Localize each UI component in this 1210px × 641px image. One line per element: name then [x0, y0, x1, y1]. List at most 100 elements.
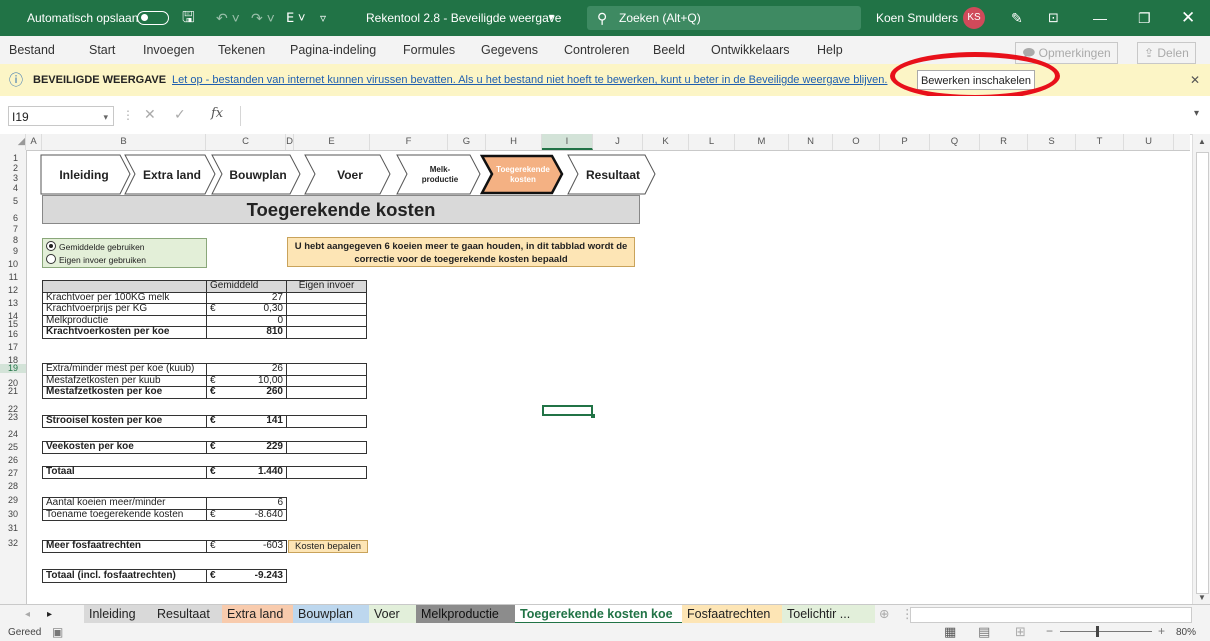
tab-extra-land[interactable]: Extra land [222, 605, 293, 624]
menu-invoegen[interactable]: Invoegen [143, 36, 194, 64]
row-header[interactable]: 2 [0, 164, 26, 173]
tab-scroll-right-icon[interactable]: ▸ [42, 605, 57, 624]
column-header[interactable]: R [980, 134, 1028, 150]
column-header[interactable]: P [880, 134, 930, 150]
save-icon[interactable]: 🖫 [182, 0, 195, 36]
column-header-active[interactable]: I [542, 134, 593, 150]
column-header[interactable]: O [833, 134, 880, 150]
document-title[interactable]: Rekentool 2.8 - Beveiligde weergave [366, 0, 561, 36]
zoom-out-icon[interactable]: − [1046, 624, 1053, 638]
row-header[interactable]: 4 [0, 184, 26, 193]
column-header[interactable]: C [206, 134, 286, 150]
menu-pagina-indeling[interactable]: Pagina-indeling [290, 36, 376, 64]
undo-icon[interactable]: ↶ ˅ [216, 0, 240, 36]
column-header[interactable]: K [643, 134, 689, 150]
menu-start[interactable]: Start [89, 36, 115, 64]
user-name[interactable]: Koen Smulders [876, 0, 958, 36]
tab-inleiding[interactable]: Inleiding [84, 605, 152, 624]
normal-view-icon[interactable]: ▦ [944, 624, 956, 640]
row-header[interactable]: 21 [0, 387, 26, 396]
tab-fosfaatrechten[interactable]: Fosfaatrechten [682, 605, 782, 624]
menu-ontwikkelaars[interactable]: Ontwikkelaars [711, 36, 790, 64]
zoom-slider-handle[interactable] [1096, 626, 1099, 637]
column-header[interactable]: E [294, 134, 370, 150]
scroll-down-icon[interactable]: ▼ [1198, 593, 1206, 602]
column-header[interactable]: A [26, 134, 42, 150]
radio-own-input[interactable]: Eigen invoer gebruiken [46, 254, 206, 266]
autosave-toggle[interactable] [137, 11, 169, 25]
scroll-thumb[interactable] [1196, 152, 1209, 594]
row-header[interactable]: 3 [0, 174, 26, 183]
confirm-icon[interactable]: ✓ [174, 106, 186, 123]
cancel-icon[interactable]: ✕ [144, 106, 156, 123]
column-header[interactable]: B [42, 134, 206, 150]
pen-icon[interactable]: ✎ [1011, 0, 1023, 36]
add-sheet-icon[interactable]: ⊕ [874, 605, 894, 624]
column-header[interactable]: M [735, 134, 789, 150]
row-header[interactable]: 6 [0, 214, 26, 223]
tab-bouwplan[interactable]: Bouwplan [293, 605, 369, 624]
column-header[interactable]: Q [930, 134, 980, 150]
eigen-invoer-cell[interactable] [286, 326, 367, 339]
row-header[interactable]: 27 [0, 469, 26, 478]
macro-record-icon[interactable]: ▣ [52, 625, 63, 639]
protected-view-message[interactable]: Let op - bestanden van internet kunnen v… [172, 64, 899, 96]
customize-qat-icon[interactable]: ▿ [320, 0, 326, 36]
zoom-slider[interactable] [1060, 631, 1152, 632]
menu-beeld[interactable]: Beeld [653, 36, 685, 64]
zoom-level[interactable]: 80% [1176, 627, 1196, 638]
page-break-icon[interactable]: ⊞ [1015, 624, 1026, 640]
row-header[interactable]: 12 [0, 286, 26, 295]
tab-toegerekende-kosten[interactable]: Toegerekende kosten koe [515, 605, 682, 624]
row-header[interactable]: 30 [0, 510, 26, 519]
avatar[interactable]: KS [963, 7, 985, 29]
minimize-icon[interactable]: — [1093, 0, 1107, 36]
eigen-invoer-cell[interactable] [286, 466, 367, 479]
row-header[interactable]: 29 [0, 496, 26, 505]
tab-scroll-left-icon[interactable]: ◂ [20, 605, 35, 624]
column-header[interactable]: F [370, 134, 448, 150]
menu-bestand[interactable]: Bestand [9, 36, 55, 64]
function-icon[interactable]: fx [211, 106, 223, 121]
row-header[interactable]: 7 [0, 225, 26, 234]
menu-gegevens[interactable]: Gegevens [481, 36, 538, 64]
vertical-scrollbar[interactable]: ▲ ▼ [1192, 134, 1210, 604]
eigen-invoer-cell[interactable] [286, 314, 367, 327]
selected-cell[interactable] [542, 405, 595, 418]
eigen-invoer-cell[interactable] [286, 415, 367, 428]
zoom-in-icon[interactable]: + [1158, 624, 1165, 638]
row-header[interactable]: 9 [0, 247, 26, 256]
radio-average[interactable]: Gemiddelde gebruiken [46, 241, 206, 253]
column-header[interactable]: U [1124, 134, 1174, 150]
close-icon[interactable]: ✕ [1181, 0, 1195, 36]
menu-help[interactable]: Help [817, 36, 843, 64]
menu-formules[interactable]: Formules [403, 36, 455, 64]
row-header[interactable]: 28 [0, 482, 26, 491]
select-all-corner[interactable]: ◢ [0, 134, 26, 150]
row-header[interactable]: 17 [0, 343, 26, 352]
column-header[interactable]: S [1028, 134, 1076, 150]
share-button[interactable]: ⇪ Delen [1137, 42, 1196, 64]
redo-icon[interactable]: ↷ ˅ [251, 0, 275, 36]
menu-tekenen[interactable]: Tekenen [218, 36, 265, 64]
close-bar-icon[interactable]: ✕ [1190, 64, 1200, 96]
column-header[interactable]: N [789, 134, 833, 150]
row-header[interactable]: 8 [0, 236, 26, 245]
title-dropdown-icon[interactable]: ▾ [549, 0, 554, 36]
column-header[interactable]: H [486, 134, 542, 150]
search-box[interactable]: ⚲ Zoeken (Alt+Q) [587, 6, 861, 30]
row-header[interactable]: 16 [0, 330, 26, 339]
expand-formula-icon[interactable]: ▾ [1194, 108, 1199, 119]
name-box[interactable]: I19 ▾ [8, 106, 114, 126]
tab-resultaat[interactable]: Resultaat [152, 605, 222, 624]
horizontal-scrollbar[interactable] [910, 607, 1192, 623]
row-header[interactable]: 10 [0, 260, 26, 269]
ribbon-display-icon[interactable]: ⊡ [1048, 0, 1059, 36]
format-painter-icon[interactable]: ⴹ ˅ [286, 0, 305, 36]
formula-input[interactable] [240, 106, 1201, 126]
row-header[interactable]: 15 [0, 320, 26, 329]
row-header[interactable]: 24 [0, 430, 26, 439]
name-box-dropdown-icon[interactable]: ▾ [103, 107, 108, 127]
row-header[interactable]: 1 [0, 154, 26, 163]
page-layout-icon[interactable]: ▤ [978, 624, 990, 640]
